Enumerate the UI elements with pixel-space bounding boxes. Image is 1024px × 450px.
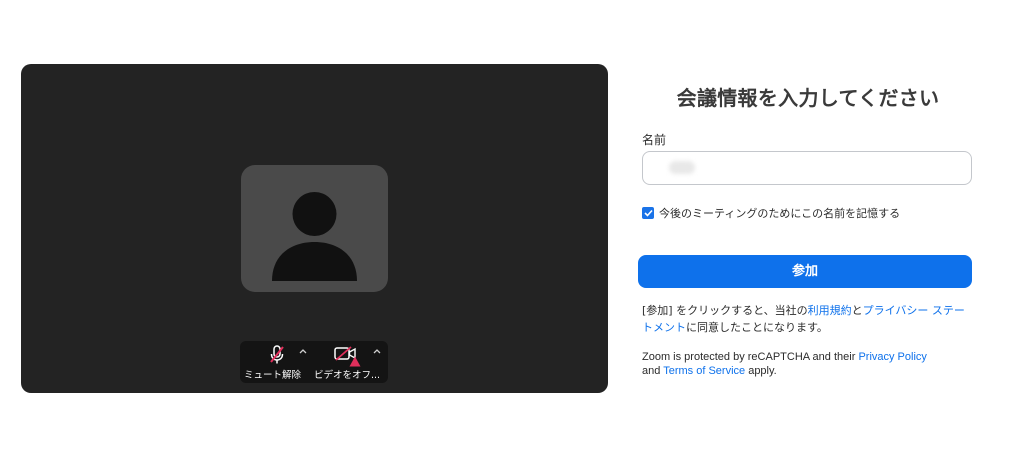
name-value-redacted (669, 161, 695, 174)
remember-name-checkbox[interactable] (642, 207, 654, 219)
video-options-caret[interactable] (372, 346, 382, 356)
chevron-up-icon (373, 349, 381, 354)
join-button[interactable]: 参加 (638, 255, 972, 288)
recaptcha-notice: Zoom is protected by reCAPTCHA and their… (642, 350, 942, 378)
remember-name-label: 今後のミーティングのためにこの名前を記憶する (659, 207, 901, 220)
terms-prefix: [参加] をクリックすると、当社の (642, 304, 808, 317)
remember-name-row: 今後のミーティングのためにこの名前を記憶する (642, 205, 900, 221)
chevron-up-icon (299, 349, 307, 354)
page-title: 会議情報を入力してください (676, 86, 940, 110)
check-icon (643, 209, 653, 217)
google-privacy-policy-link[interactable]: Privacy Policy (858, 351, 926, 363)
person-icon (272, 192, 357, 281)
captcha-and: and (642, 365, 664, 377)
unmute-label: ミュート解除 (244, 370, 302, 381)
name-label: 名前 (642, 133, 667, 147)
terms-of-service-link[interactable]: 利用規約 (808, 304, 852, 317)
join-form: 会議情報を入力してください 名前 今後のミーティングのためにこの名前を記憶する … (638, 0, 978, 450)
video-preview: ミュート解除 ビデオをオフ... (21, 64, 608, 393)
google-terms-link[interactable]: Terms of Service (663, 365, 745, 377)
terms-notice: [参加] をクリックすると、当社の利用規約とプライバシー ステートメントに同意し… (642, 302, 972, 336)
preview-controls: ミュート解除 ビデオをオフ... (240, 341, 388, 383)
audio-options-caret[interactable] (298, 346, 308, 356)
stop-video-button[interactable]: ビデオをオフ... (314, 341, 380, 383)
mic-muted-icon (270, 345, 284, 369)
stop-video-label: ビデオをオフ... (314, 370, 381, 381)
name-field[interactable] (642, 151, 972, 185)
terms-suffix: に同意したことになります。 (686, 321, 828, 334)
terms-and: と (851, 304, 863, 317)
captcha-suffix: apply. (745, 365, 777, 377)
captcha-prefix: Zoom is protected by reCAPTCHA and their (642, 351, 859, 363)
avatar (241, 165, 388, 292)
